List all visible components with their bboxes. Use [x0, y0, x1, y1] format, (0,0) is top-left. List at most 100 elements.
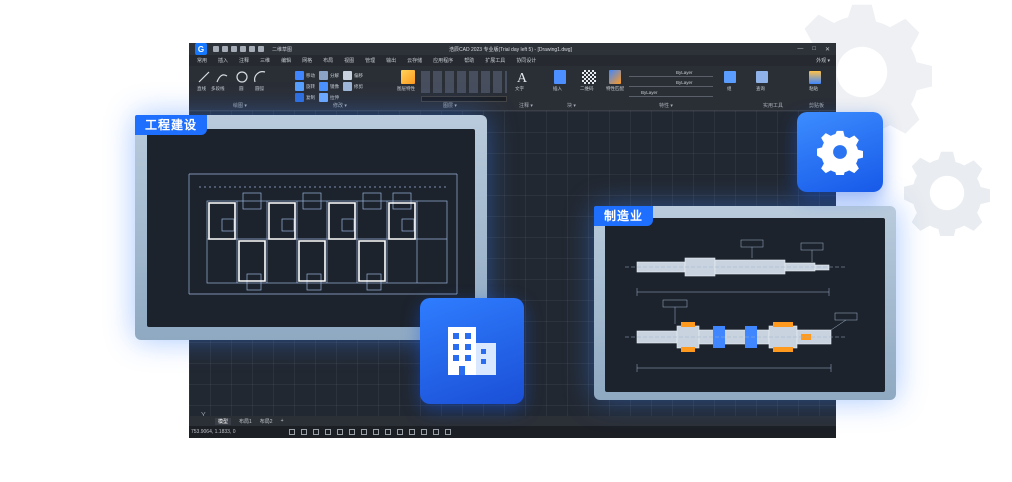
paste-icon[interactable]: [809, 71, 821, 84]
print-icon[interactable]: [240, 46, 246, 52]
group-label-utilities[interactable]: 实用工具: [763, 102, 783, 109]
otrack-toggle-icon[interactable]: [349, 429, 355, 435]
grid-toggle-icon[interactable]: [289, 429, 295, 435]
selection-toggle-icon[interactable]: [385, 429, 391, 435]
group-label-layer[interactable]: 图层 ▾: [443, 102, 457, 109]
osnap-toggle-icon[interactable]: [337, 429, 343, 435]
offset-icon[interactable]: [343, 71, 352, 80]
tab-output[interactable]: 输出: [386, 57, 396, 64]
customize-status-icon[interactable]: [445, 429, 451, 435]
bylayer-linetype-dropdown[interactable]: [629, 81, 713, 87]
explode-label: 分解: [330, 73, 339, 78]
copy-label: 复制: [306, 95, 315, 100]
workspace-toggle-icon[interactable]: [409, 429, 415, 435]
new-file-icon[interactable]: [213, 46, 219, 52]
explode-icon[interactable]: [319, 71, 328, 80]
tab-home[interactable]: 常用: [197, 57, 207, 64]
window-controls: — □ ✕: [797, 46, 830, 53]
close-button[interactable]: ✕: [825, 46, 830, 53]
layer-properties-label: 图层特性: [397, 86, 415, 91]
layout-tabs: 模型 布局1 布局2 +: [189, 416, 836, 426]
mirror-label: 镜像: [330, 84, 339, 89]
group-label-annotate[interactable]: 注释 ▾: [519, 102, 533, 109]
transparency-toggle-icon[interactable]: [373, 429, 379, 435]
tab-cloud[interactable]: 云存储: [407, 57, 422, 64]
snap-toggle-icon[interactable]: [301, 429, 307, 435]
move-icon[interactable]: [295, 71, 304, 80]
line-tool-icon[interactable]: [197, 70, 211, 84]
polyline-tool-icon[interactable]: [215, 70, 229, 84]
tab-collab[interactable]: 协同设计: [516, 57, 536, 64]
group-label-clipboard[interactable]: 剪贴板: [809, 102, 824, 109]
tab-model[interactable]: 模型: [215, 417, 232, 425]
ortho-toggle-icon[interactable]: [313, 429, 319, 435]
rotate-icon[interactable]: [295, 82, 304, 91]
layer-tools[interactable]: [421, 71, 507, 93]
tab-layout2[interactable]: 布局2: [260, 418, 273, 425]
qrcode-label: 二维码: [580, 86, 594, 91]
mirror-icon[interactable]: [319, 82, 328, 91]
text-tool-icon[interactable]: A: [515, 69, 529, 85]
arc-tool-icon[interactable]: [253, 70, 267, 84]
measure-icon[interactable]: [756, 71, 768, 83]
tab-apps[interactable]: 应用程序: [433, 57, 453, 64]
building-tile[interactable]: [420, 298, 524, 404]
title-bar: G 二维草图 浩辰CAD 2023 专业版(Trial day left 5) …: [189, 43, 836, 55]
fullscreen-toggle-icon[interactable]: [433, 429, 439, 435]
group-label: 组: [727, 86, 732, 91]
trim-label: 修剪: [354, 84, 363, 89]
annotation-scale-icon[interactable]: [397, 429, 403, 435]
status-bar: 753.9064, 1.1833, 0: [189, 426, 836, 438]
tab-extensions[interactable]: 扩展工具: [485, 57, 505, 64]
text-tool-label: 文字: [515, 86, 524, 91]
minimize-button[interactable]: —: [797, 46, 803, 53]
tab-layout1[interactable]: 布局1: [239, 418, 252, 425]
group-label-properties[interactable]: 特性 ▾: [659, 102, 673, 109]
tab-manage[interactable]: 管理: [365, 57, 375, 64]
arc-tool-label: 圆弧: [255, 86, 264, 91]
group-label-draw[interactable]: 绘图 ▾: [233, 102, 247, 109]
bylayer-color-dropdown[interactable]: [629, 71, 713, 77]
qrcode-icon[interactable]: [582, 70, 596, 84]
save-icon[interactable]: [231, 46, 237, 52]
insert-block-icon[interactable]: [554, 70, 566, 84]
tab-layout[interactable]: 布局: [323, 57, 333, 64]
tab-view[interactable]: 视图: [344, 57, 354, 64]
workspace-selector[interactable]: 二维草图: [272, 46, 292, 53]
polar-toggle-icon[interactable]: [325, 429, 331, 435]
open-file-icon[interactable]: [222, 46, 228, 52]
floor-plan-drawing: [188, 173, 458, 295]
app-logo-icon[interactable]: G: [195, 43, 207, 55]
stretch-label: 拉伸: [330, 95, 339, 100]
isolate-toggle-icon[interactable]: [421, 429, 427, 435]
shaft-drawing-preview: [605, 218, 885, 392]
copy-icon[interactable]: [295, 93, 304, 102]
match-properties-icon[interactable]: [609, 70, 621, 84]
tab-edit[interactable]: 编辑: [281, 57, 291, 64]
maximize-button[interactable]: □: [812, 46, 816, 53]
appearance-menu[interactable]: 外观 ▾: [816, 57, 830, 64]
tab-insert[interactable]: 插入: [218, 57, 228, 64]
group-icon[interactable]: [724, 71, 736, 83]
rotate-label: 旋转: [306, 84, 315, 89]
svg-text:A: A: [517, 71, 528, 85]
lineweight-toggle-icon[interactable]: [361, 429, 367, 435]
tab-3d[interactable]: 三维: [260, 57, 270, 64]
redo-icon[interactable]: [258, 46, 264, 52]
circle-tool-icon[interactable]: [235, 70, 249, 84]
tab-annotate[interactable]: 注释: [239, 57, 249, 64]
group-label-modify[interactable]: 修改 ▾: [333, 102, 347, 109]
tab-help[interactable]: 帮助: [464, 57, 474, 64]
tab-mesh[interactable]: 网格: [302, 57, 312, 64]
settings-tile[interactable]: [797, 112, 883, 192]
circle-tool-label: 圆: [239, 86, 244, 91]
manufacturing-card[interactable]: 制造业: [594, 206, 896, 400]
status-toggles: [289, 429, 451, 435]
stretch-icon[interactable]: [319, 93, 328, 102]
trim-icon[interactable]: [343, 82, 352, 91]
layer-properties-icon[interactable]: [401, 70, 415, 84]
undo-icon[interactable]: [249, 46, 255, 52]
group-label-block[interactable]: 块 ▾: [567, 102, 576, 109]
quick-access-toolbar: [213, 46, 264, 52]
add-layout-button[interactable]: +: [281, 418, 284, 424]
